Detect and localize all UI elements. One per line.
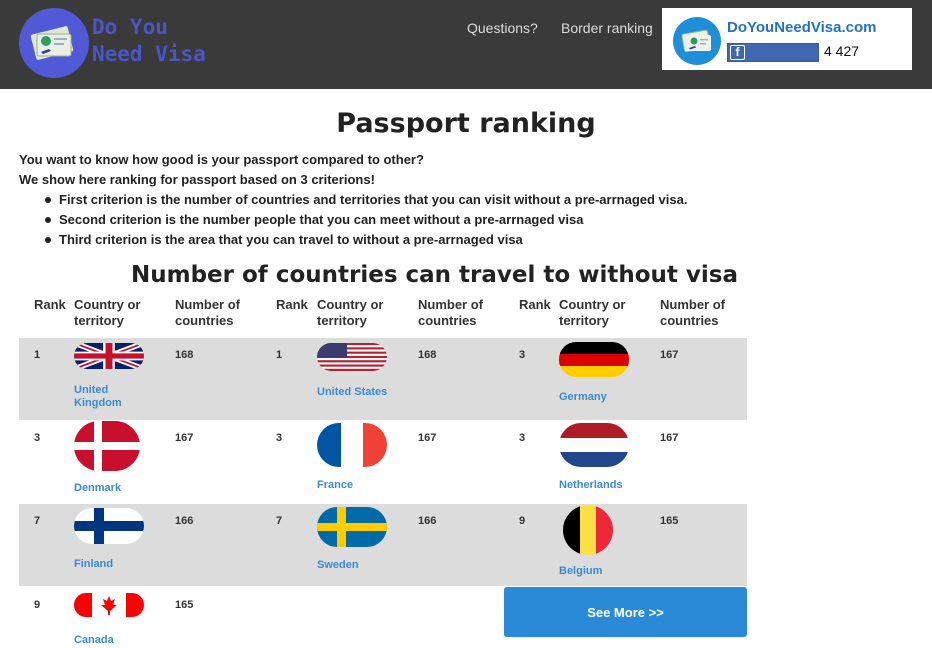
count-cell: 167 [175, 432, 194, 444]
criterion-item: Second criterion is the number people th… [45, 210, 687, 230]
rank-cell: 3 [519, 349, 526, 361]
intro-text: You want to know how good is your passpo… [19, 150, 424, 190]
count-cell: 166 [175, 515, 194, 527]
count-cell: 166 [418, 515, 437, 527]
country-link[interactable]: Denmark [74, 482, 154, 495]
see-more-button[interactable]: See More >> [504, 587, 747, 637]
country-link[interactable]: Germany [559, 391, 639, 404]
rank-cell: 3 [519, 432, 526, 444]
facebook-like-button[interactable]: f [727, 43, 819, 62]
country-link[interactable]: Canada [74, 634, 154, 647]
page-title: Passport ranking [336, 108, 596, 139]
logo-line-2: Need Visa [92, 42, 206, 66]
france-flag-icon[interactable] [317, 423, 387, 467]
logo-line-1: Do You [92, 15, 168, 39]
logo-passport-icon[interactable] [19, 8, 89, 78]
count-cell: 165 [660, 515, 679, 527]
count-cell: 165 [175, 599, 194, 611]
country-link[interactable]: France [317, 479, 397, 492]
header-country: Country or territory [559, 297, 626, 328]
rank-cell: 3 [276, 432, 283, 444]
section-title: Number of countries can travel to withou… [131, 262, 738, 288]
nav-border-ranking-link[interactable]: Border ranking [561, 20, 653, 36]
header-number: Number of countries [660, 297, 725, 328]
count-cell: 167 [660, 349, 679, 361]
country-link[interactable]: Sweden [317, 559, 397, 572]
nav-questions-link[interactable]: Questions? [467, 20, 538, 36]
denmark-flag-icon[interactable] [74, 421, 140, 471]
criterion-item: First criterion is the number of countri… [45, 190, 687, 210]
netherlands-flag-icon[interactable] [559, 423, 629, 467]
us-flag-icon[interactable] [317, 343, 387, 371]
germany-flag-icon[interactable] [559, 342, 629, 377]
rank-cell: 1 [34, 349, 41, 361]
header-rank: Rank [519, 297, 551, 312]
criterion-item: Third criterion is the area that you can… [45, 230, 687, 250]
header-rank: Rank [34, 297, 66, 312]
header-number: Number of countries [418, 297, 483, 328]
rank-cell: 9 [34, 599, 41, 611]
facebook-like-count: 4 427 [824, 43, 860, 59]
count-cell: 168 [418, 349, 437, 361]
facebook-site-name[interactable]: DoYouNeedVisa.com [727, 19, 877, 36]
sweden-flag-icon[interactable] [317, 507, 387, 547]
rank-cell: 1 [276, 349, 283, 361]
uk-flag-icon[interactable] [74, 343, 144, 369]
country-link[interactable]: United Kingdom [74, 384, 154, 410]
count-cell: 168 [175, 349, 194, 361]
count-cell: 167 [660, 432, 679, 444]
country-link[interactable]: Finland [74, 558, 154, 571]
intro-line-2: We show here ranking for passport based … [19, 172, 375, 187]
belgium-flag-icon[interactable] [563, 505, 613, 555]
logo-wordmark[interactable]: Do You Need Visa [92, 14, 206, 68]
country-link[interactable]: Netherlands [559, 479, 639, 492]
rank-cell: 3 [34, 432, 41, 444]
header-number: Number of countries [175, 297, 240, 328]
facebook-icon: f [730, 45, 745, 60]
site-header: Do You Need Visa Questions? Border ranki… [0, 0, 932, 89]
header-rank: Rank [276, 297, 308, 312]
intro-line-1: You want to know how good is your passpo… [19, 152, 424, 167]
count-cell: 167 [418, 432, 437, 444]
canada-flag-icon[interactable] [74, 593, 144, 617]
rank-cell: 9 [519, 515, 526, 527]
country-link[interactable]: United States [317, 386, 397, 399]
header-country: Country or territory [317, 297, 384, 328]
finland-flag-icon[interactable] [74, 508, 144, 544]
facebook-widget: DoYouNeedVisa.com f 4 427 [662, 8, 912, 70]
rank-cell: 7 [276, 515, 283, 527]
rank-cell: 7 [34, 515, 41, 527]
criteria-list: First criterion is the number of countri… [45, 190, 687, 250]
site-logo-icon[interactable] [673, 17, 721, 65]
country-link[interactable]: Belgium [559, 565, 639, 578]
header-country: Country or territory [74, 297, 141, 328]
